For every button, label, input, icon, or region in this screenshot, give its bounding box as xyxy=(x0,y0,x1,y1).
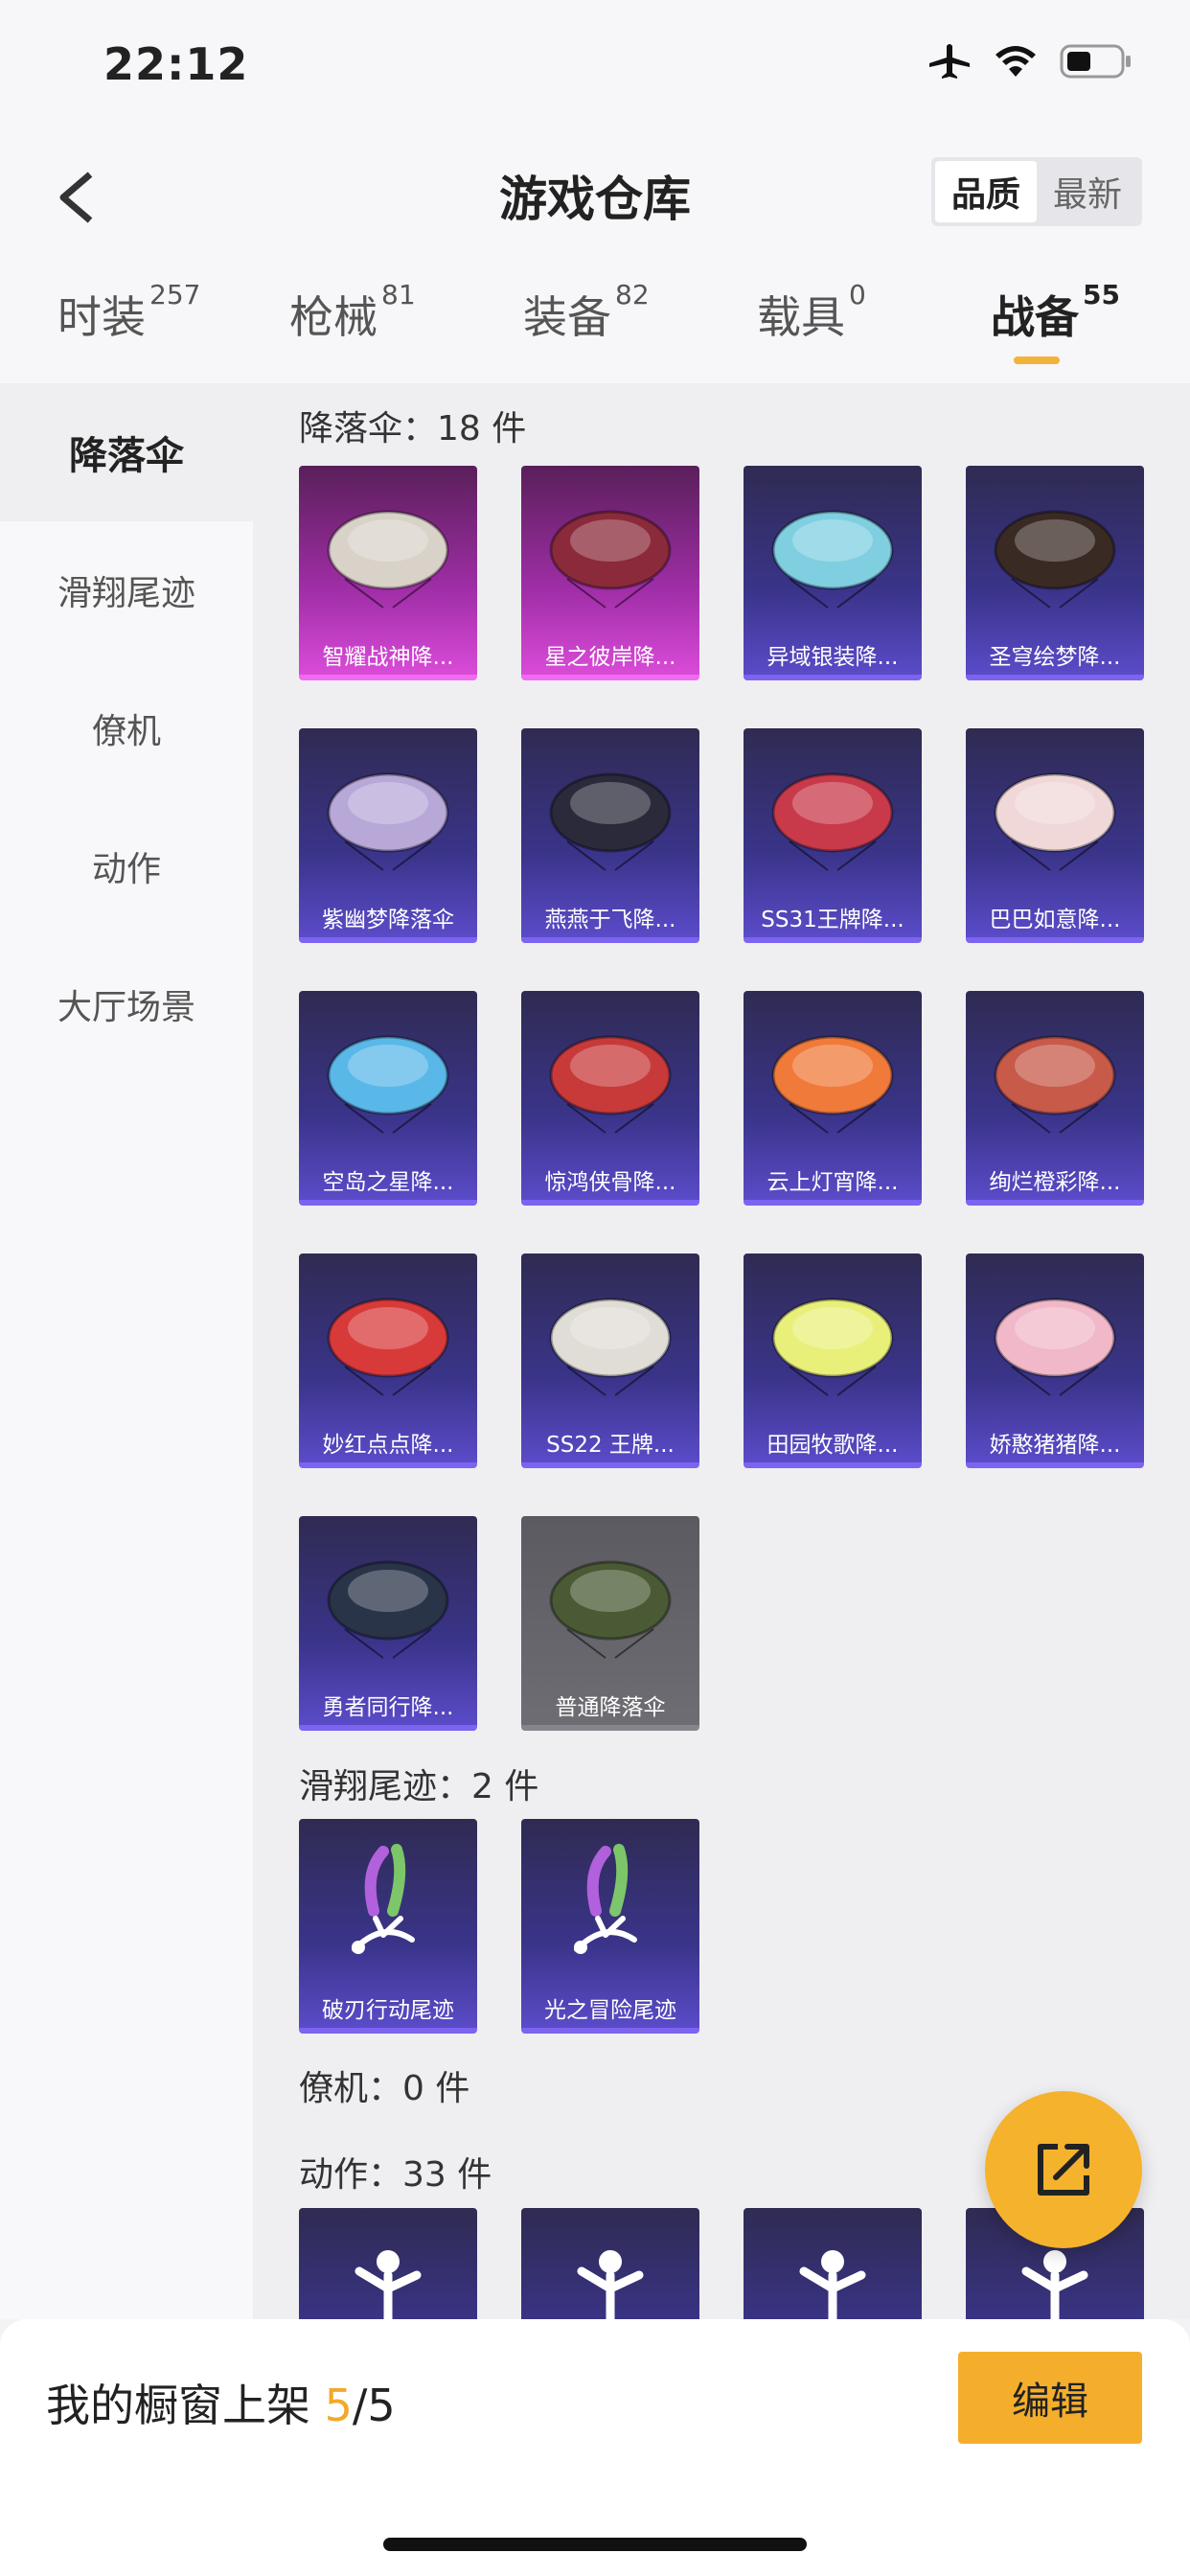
parachute-card[interactable]: 智耀战神降... xyxy=(299,466,477,680)
item-label: 云上灯宵降... xyxy=(767,1170,899,1195)
item-label: 异域银装降... xyxy=(767,645,899,670)
parachute-icon xyxy=(549,772,672,871)
sort-toggle: 品质 最新 xyxy=(931,157,1142,226)
item-label: 巴巴如意降... xyxy=(989,908,1121,932)
tab-equipment[interactable]: 装备 82 xyxy=(523,279,650,346)
parachute-icon xyxy=(327,1035,449,1134)
tab-guns[interactable]: 枪械 81 xyxy=(289,279,416,346)
battery-icon xyxy=(1060,44,1131,79)
item-label: 燕燕于飞降... xyxy=(544,908,676,932)
emote-card[interactable] xyxy=(521,2208,699,2319)
parachute-icon xyxy=(771,1298,894,1396)
item-label: 光之冒险尾迹 xyxy=(544,1998,676,2023)
home-indicator[interactable] xyxy=(383,2538,807,2551)
emote-figure-icon xyxy=(799,2250,866,2319)
section-title-emote: 动作：33 件 xyxy=(299,2155,492,2195)
emote-figure-icon xyxy=(355,2250,422,2319)
parachute-card[interactable]: 巴巴如意降... xyxy=(966,728,1144,943)
sort-option-newest[interactable]: 最新 xyxy=(1037,161,1138,222)
sidebar: 降落伞 滑翔尾迹 僚机 动作 大厅场景 xyxy=(0,383,253,2319)
parachute-icon xyxy=(994,1298,1116,1396)
parachute-card[interactable]: 星之彼岸降... xyxy=(521,466,699,680)
parachute-card[interactable]: 燕燕于飞降... xyxy=(521,728,699,943)
item-label: 智耀战神降... xyxy=(322,645,454,670)
showcase-status: 我的橱窗上架 5/5 xyxy=(46,2380,396,2431)
item-label: 妙红点点降... xyxy=(322,1433,454,1458)
parachute-card[interactable]: 云上灯宵降... xyxy=(744,991,922,1206)
wifi-icon xyxy=(995,46,1036,77)
share-icon xyxy=(1038,2144,1089,2196)
parachute-card[interactable]: 勇者同行降... xyxy=(299,1516,477,1731)
active-tab-indicator xyxy=(1014,356,1060,364)
item-label: 惊鸿侠骨降... xyxy=(544,1170,676,1195)
glide-trail-card[interactable]: 破刃行动尾迹 xyxy=(299,1819,477,2034)
parachute-card[interactable]: 妙红点点降... xyxy=(299,1254,477,1468)
parachute-card[interactable]: 惊鸿侠骨降... xyxy=(521,991,699,1206)
parachute-icon xyxy=(994,1035,1116,1134)
status-bar: 22:12 xyxy=(0,0,1190,134)
parachute-card[interactable]: 异域银装降... xyxy=(744,466,922,680)
item-label: 绚烂橙彩降... xyxy=(989,1170,1121,1195)
parachute-card[interactable]: 娇憨猪猪降... xyxy=(966,1254,1144,1468)
parachute-icon xyxy=(549,1298,672,1396)
parachute-card[interactable]: 空岛之星降... xyxy=(299,991,477,1206)
emote-figure-icon xyxy=(577,2250,644,2319)
item-label: 空岛之星降... xyxy=(322,1170,454,1195)
parachute-icon xyxy=(549,1035,672,1134)
sidebar-item-parachute[interactable]: 降落伞 xyxy=(0,383,253,521)
item-label: SS31王牌降... xyxy=(761,908,904,932)
emote-card[interactable] xyxy=(744,2208,922,2319)
item-label: 破刃行动尾迹 xyxy=(322,1998,454,2023)
tab-fashion[interactable]: 时装 257 xyxy=(57,279,200,346)
status-time: 22:12 xyxy=(103,38,249,90)
glide-trail-card[interactable]: 光之冒险尾迹 xyxy=(521,1819,699,2034)
item-label: 紫幽梦降落伞 xyxy=(322,908,454,932)
parachute-icon xyxy=(549,1560,672,1659)
parachute-icon xyxy=(771,772,894,871)
parachute-icon xyxy=(994,772,1116,871)
sidebar-item-lobby-scene[interactable]: 大厅场景 xyxy=(0,935,253,1073)
parachute-card[interactable]: 绚烂橙彩降... xyxy=(966,991,1144,1206)
sidebar-item-glide-trail[interactable]: 滑翔尾迹 xyxy=(0,521,253,659)
item-label: 勇者同行降... xyxy=(322,1695,454,1720)
parachute-card[interactable]: SS22 王牌... xyxy=(521,1254,699,1468)
sidebar-item-emote[interactable]: 动作 xyxy=(0,797,253,935)
parachute-icon xyxy=(771,1035,894,1134)
item-label: 星之彼岸降... xyxy=(544,645,676,670)
parachute-icon xyxy=(771,510,894,609)
glide-trail-icon xyxy=(352,1844,415,1954)
parachute-icon xyxy=(327,1298,449,1396)
parachute-icon xyxy=(327,1560,449,1659)
parachute-icon xyxy=(549,510,672,609)
glide-trail-icon xyxy=(574,1844,637,1954)
section-title-glide-trail: 滑翔尾迹：2 件 xyxy=(299,1767,539,1806)
item-label: 田园牧歌降... xyxy=(767,1433,899,1458)
section-title-parachute: 降落伞：18 件 xyxy=(299,409,527,448)
parachute-card[interactable]: 紫幽梦降落伞 xyxy=(299,728,477,943)
parachute-card[interactable]: 普通降落伞 xyxy=(521,1516,699,1731)
parachute-icon xyxy=(327,510,449,609)
tab-vehicles[interactable]: 载具 0 xyxy=(757,279,866,346)
item-label: 普通降落伞 xyxy=(555,1695,666,1720)
sort-option-quality[interactable]: 品质 xyxy=(935,161,1037,222)
parachute-icon xyxy=(994,510,1116,609)
item-label: SS22 王牌... xyxy=(546,1433,675,1458)
airplane-icon xyxy=(929,44,970,79)
item-grid-area[interactable]: 降落伞：18 件 智耀战神降... 星之彼岸降... 异域银装降... 圣穹绘梦降..… xyxy=(253,383,1190,2319)
parachute-card[interactable]: 田园牧歌降... xyxy=(744,1254,922,1468)
tab-battle-gear[interactable]: 战备 55 xyxy=(991,279,1120,346)
header: 游戏仓库 品质 最新 时装 257 枪械 81 装备 82 载具 0 战备 55 xyxy=(0,134,1190,383)
share-button[interactable] xyxy=(985,2091,1142,2248)
category-tabs: 时装 257 枪械 81 装备 82 载具 0 战备 55 xyxy=(0,279,1190,369)
parachute-card[interactable]: SS31王牌降... xyxy=(744,728,922,943)
item-label: 圣穹绘梦降... xyxy=(989,645,1121,670)
edit-button[interactable]: 编辑 xyxy=(958,2352,1142,2444)
parachute-card[interactable]: 圣穹绘梦降... xyxy=(966,466,1144,680)
parachute-icon xyxy=(327,772,449,871)
sidebar-item-wingman[interactable]: 僚机 xyxy=(0,659,253,797)
section-title-wingman: 僚机：0 件 xyxy=(299,2069,470,2108)
item-label: 娇憨猪猪降... xyxy=(989,1433,1121,1458)
emote-card[interactable] xyxy=(299,2208,477,2319)
